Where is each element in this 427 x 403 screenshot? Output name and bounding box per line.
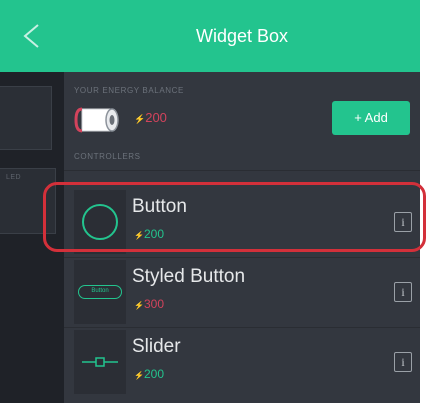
widget-cost-value: 200 bbox=[143, 367, 164, 381]
widget-cost: ⚡200 bbox=[134, 367, 164, 381]
background-widget bbox=[0, 86, 52, 150]
widget-title: Slider bbox=[132, 336, 181, 357]
add-energy-button[interactable]: + Add bbox=[332, 101, 410, 135]
energy-glyph: ⚡ bbox=[134, 301, 144, 310]
widget-thumbnail: Button bbox=[74, 260, 126, 324]
widget-thumbnail bbox=[74, 330, 126, 394]
header: Widget Box bbox=[64, 0, 420, 72]
chevron-left-icon[interactable] bbox=[20, 22, 44, 50]
widget-cost-value: 300 bbox=[143, 297, 164, 311]
widget-title: Styled Button bbox=[132, 266, 246, 287]
widget-box-screen: LED Widget Box YOUR ENERGY BALANCE ⚡200 … bbox=[0, 0, 426, 403]
back-bar[interactable] bbox=[0, 0, 64, 72]
selection-highlight bbox=[43, 182, 426, 252]
energy-balance: ⚡200 bbox=[134, 110, 167, 125]
energy-glyph: ⚡ bbox=[134, 371, 144, 380]
info-button[interactable]: i bbox=[394, 352, 412, 372]
energy-balance-label: YOUR ENERGY BALANCE bbox=[74, 86, 184, 95]
energy-balance-value: 200 bbox=[145, 110, 167, 125]
widget-cost: ⚡300 bbox=[134, 297, 164, 311]
widget-item-slider[interactable]: Slider ⚡200 i bbox=[64, 327, 420, 397]
controllers-label: CONTROLLERS bbox=[74, 152, 141, 161]
info-button[interactable]: i bbox=[394, 282, 412, 302]
background-widget-label: LED bbox=[6, 174, 22, 181]
styled-button-icon: Button bbox=[78, 285, 122, 299]
divider bbox=[64, 170, 420, 171]
widget-item-styled-button[interactable]: Button Styled Button ⚡300 i bbox=[64, 257, 420, 327]
battery-icon bbox=[74, 107, 119, 133]
page-title: Widget Box bbox=[195, 26, 289, 46]
energy-glyph: ⚡ bbox=[134, 114, 146, 124]
slider-icon bbox=[82, 357, 118, 367]
